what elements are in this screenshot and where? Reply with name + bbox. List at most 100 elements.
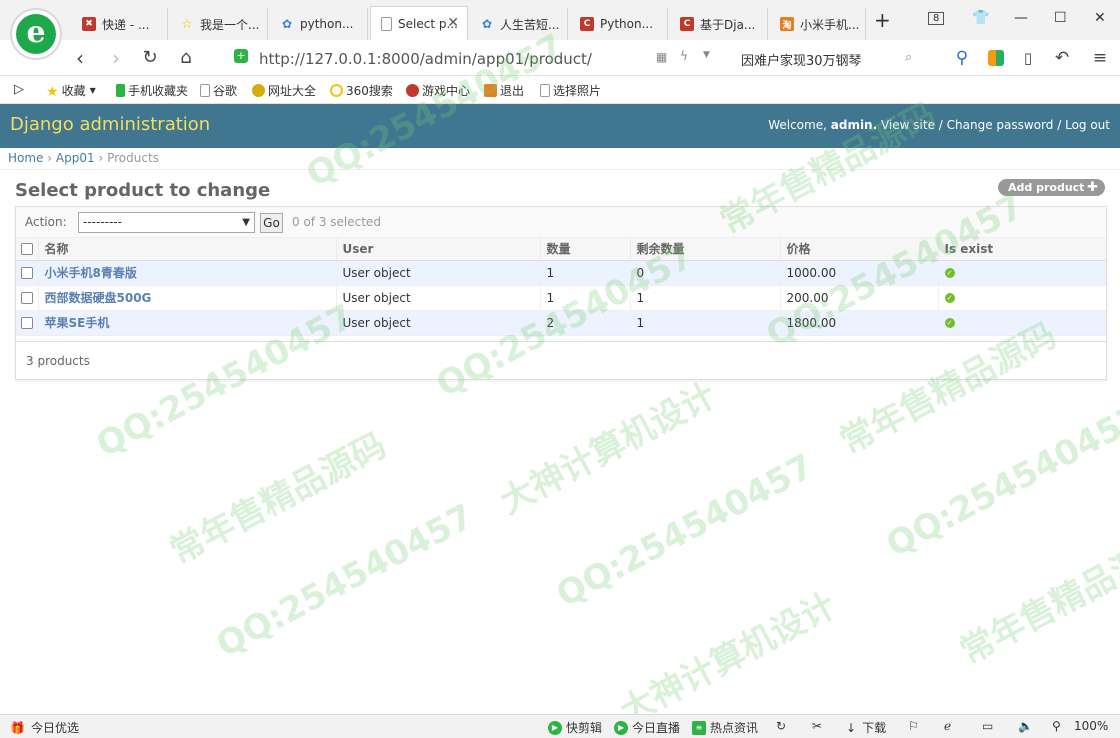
- cell-is-exist: ✓: [937, 310, 1106, 336]
- reload-icon[interactable]: ↻: [138, 46, 162, 70]
- column-header-is-exist[interactable]: Is exist: [937, 238, 1106, 261]
- view-site-link[interactable]: View site: [881, 118, 935, 132]
- bookmark-mobile[interactable]: 手机收藏夹: [116, 82, 188, 99]
- table-row: 苹果SE手机 User object 2 1 1800.00 ✓: [16, 310, 1106, 336]
- check-icon: ✓: [944, 268, 955, 278]
- tab-select-product[interactable]: Select p... ✕: [370, 6, 468, 40]
- shop-icon: 淘: [780, 17, 794, 31]
- tab-7[interactable]: C 基于Dja...: [670, 8, 768, 40]
- window-icon[interactable]: ▭: [982, 719, 993, 733]
- column-header-price[interactable]: 价格: [779, 238, 938, 261]
- new-tab-icon[interactable]: +: [874, 8, 891, 32]
- row-checkbox-cell: [16, 310, 38, 336]
- tab-2[interactable]: ☆ 我是一个...: [170, 8, 268, 40]
- cut-icon[interactable]: ✂: [812, 719, 822, 733]
- tab-5[interactable]: ✿ 人生苦短...: [470, 8, 568, 40]
- search-input[interactable]: 因难户家现30万钢琴: [741, 50, 862, 69]
- product-link[interactable]: 苹果SE手机: [45, 316, 110, 330]
- search-box[interactable]: 因难户家现30万钢琴 ⌕: [733, 44, 929, 72]
- browser-tab-strip: e ✖ 快递 - ... ☆ 我是一个... ✿ python... Selec…: [0, 0, 1120, 60]
- column-header-name[interactable]: 名称: [37, 238, 336, 261]
- sound-icon[interactable]: 🔈: [1018, 719, 1033, 733]
- refresh-icon[interactable]: ↻: [776, 719, 786, 733]
- cell-price: 1000.00: [779, 260, 938, 286]
- menu-icon[interactable]: ≡: [1088, 46, 1112, 70]
- undo-icon[interactable]: ↶: [1050, 46, 1074, 70]
- breadcrumb-app[interactable]: App01: [56, 151, 95, 165]
- tab-6[interactable]: C Python...: [570, 8, 668, 40]
- select-all-checkbox[interactable]: [21, 243, 33, 256]
- welcome-text: Welcome,: [768, 118, 827, 132]
- product-link[interactable]: 小米手机8青春版: [45, 266, 137, 280]
- minimize-icon[interactable]: —: [1014, 10, 1028, 26]
- tab-1[interactable]: ✖ 快递 - ...: [72, 8, 168, 40]
- bookmark-sites[interactable]: 网址大全: [252, 82, 316, 99]
- game-icon: [406, 84, 419, 97]
- search-icon[interactable]: ⌕: [905, 50, 912, 65]
- tab-favicon-icon: ✖: [82, 17, 96, 31]
- watermark-text: 大神计算机设计: [613, 585, 843, 733]
- bookmark-google[interactable]: 谷歌: [200, 82, 237, 99]
- tab-close-icon[interactable]: ✕: [447, 15, 459, 31]
- status-live[interactable]: ▶ 今日直播: [614, 719, 680, 736]
- bookmarks-bar: ▷ ★ 收藏 ▼ 手机收藏夹 谷歌 网址大全 360搜索 游戏中心 退出 选择照片: [0, 76, 1120, 104]
- home-icon[interactable]: ⌂: [174, 46, 198, 70]
- bookmark-photos[interactable]: 选择照片: [540, 82, 601, 99]
- daily-pick[interactable]: 🎁 今日优选: [10, 719, 79, 736]
- forward-icon[interactable]: ›: [104, 46, 128, 70]
- mobile-icon[interactable]: ▯: [1016, 46, 1040, 70]
- magnifier-icon[interactable]: ⚲: [950, 46, 974, 70]
- site-name[interactable]: Django administration: [10, 114, 210, 135]
- cell-name: 苹果SE手机: [37, 310, 336, 336]
- browser-logo[interactable]: e: [10, 8, 62, 60]
- phone-icon: [116, 84, 125, 97]
- row-checkbox[interactable]: [21, 267, 33, 279]
- close-window-icon[interactable]: ✕: [1094, 10, 1106, 26]
- lightning-icon[interactable]: ϟ: [680, 49, 688, 63]
- bookmark-360[interactable]: 360搜索: [330, 82, 393, 99]
- zoom-level[interactable]: 100%: [1074, 719, 1108, 733]
- column-header-qty[interactable]: 数量: [539, 238, 630, 261]
- sidebar-toggle-icon[interactable]: ▷: [14, 82, 24, 97]
- row-checkbox[interactable]: [21, 317, 33, 329]
- tab-count-badge[interactable]: 8: [928, 12, 945, 25]
- column-header-remaining[interactable]: 剩余数量: [629, 238, 780, 261]
- product-link[interactable]: 西部数据硬盘500G: [45, 291, 152, 305]
- user-tools: Welcome, admin. View site / Change passw…: [768, 118, 1110, 132]
- bookmark-exit[interactable]: 退出: [484, 82, 524, 99]
- tab-8[interactable]: 淘 小米手机...: [770, 8, 866, 40]
- logout-link[interactable]: Log out: [1065, 118, 1110, 132]
- shirt-icon[interactable]: 👕: [972, 10, 989, 26]
- tab-3[interactable]: ✿ python...: [270, 8, 368, 40]
- row-checkbox[interactable]: [21, 292, 33, 304]
- bookmark-games[interactable]: 游戏中心: [406, 82, 470, 99]
- apps-icon[interactable]: [984, 46, 1008, 70]
- admin-header: Django administration Welcome, admin. Vi…: [0, 104, 1120, 148]
- globe-icon: [252, 84, 265, 97]
- breadcrumb-current: Products: [107, 151, 159, 165]
- qr-icon[interactable]: ▦: [656, 50, 667, 64]
- add-product-button[interactable]: Add product ✚: [998, 179, 1105, 196]
- cell-qty: 1: [539, 285, 630, 311]
- bookmark-favorites[interactable]: ★ 收藏 ▼: [46, 82, 96, 100]
- flag-icon[interactable]: ⚐: [908, 719, 919, 733]
- column-header-user[interactable]: User: [335, 238, 540, 261]
- status-download[interactable]: ↓ 下载: [846, 719, 886, 736]
- row-checkbox-cell: [16, 260, 38, 286]
- go-button[interactable]: Go: [260, 213, 283, 233]
- change-password-link[interactable]: Change password: [947, 118, 1054, 132]
- status-quick-clip[interactable]: ▶ 快剪辑: [548, 719, 602, 736]
- url-text[interactable]: http://127.0.0.1:8000/admin/app01/produc…: [259, 50, 592, 68]
- maximize-icon[interactable]: ☐: [1054, 10, 1067, 26]
- back-icon[interactable]: ‹: [68, 46, 92, 70]
- chevron-down-icon[interactable]: ▼: [703, 50, 710, 60]
- paw-icon: ✿: [481, 17, 493, 31]
- action-select[interactable]: --------- ▼: [78, 212, 255, 233]
- csdn-icon: C: [680, 17, 694, 31]
- zoom-icon[interactable]: ⚲: [1052, 719, 1061, 733]
- status-news[interactable]: ≡ 热点资讯: [692, 719, 758, 736]
- breadcrumb-separator: ›: [98, 151, 104, 165]
- breadcrumb-home[interactable]: Home: [8, 151, 43, 165]
- address-bar[interactable]: + http://127.0.0.1:8000/admin/app01/prod…: [226, 44, 726, 72]
- ie-icon[interactable]: ℯ: [944, 719, 951, 733]
